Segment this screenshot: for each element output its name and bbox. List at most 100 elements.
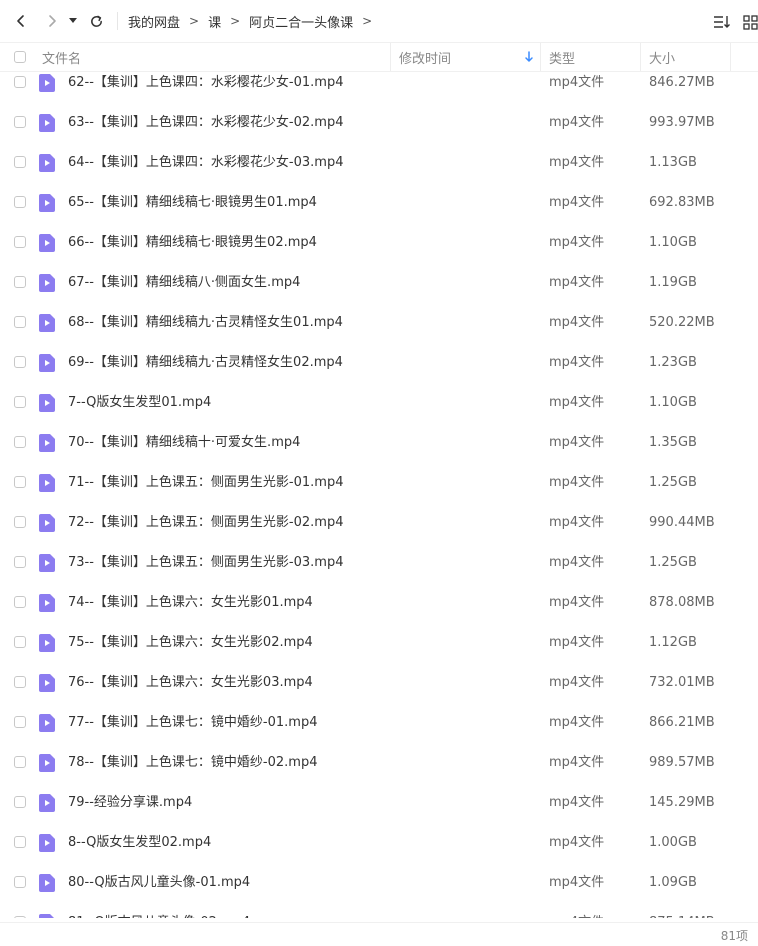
file-row[interactable]: 62--【集训】上色课四：水彩樱花少女-01.mp4 mp4文件 846.27MB [0, 63, 758, 103]
file-row[interactable]: 67--【集训】精细线稿八·侧面女生.mp4 mp4文件 1.19GB [0, 263, 758, 303]
file-name[interactable]: 78--【集训】上色课七：镜中婚纱-02.mp4 [68, 743, 317, 783]
file-row[interactable]: 70--【集训】精细线稿十·可爱女生.mp4 mp4文件 1.35GB [0, 423, 758, 463]
row-checkbox[interactable] [14, 756, 26, 768]
file-row[interactable]: 81--Q版古风儿童头像-02.mp4 mp4文件 875.14MB [0, 903, 758, 918]
file-name[interactable]: 79--经验分享课.mp4 [68, 783, 192, 823]
row-checkbox[interactable] [14, 476, 26, 488]
file-type: mp4文件 [549, 475, 605, 490]
top-bar: 我的网盘 > 课 > 阿贞二合一头像课 > [0, 0, 758, 42]
row-checkbox[interactable] [14, 516, 26, 528]
file-name[interactable]: 75--【集训】上色课六：女生光影02.mp4 [68, 623, 313, 663]
file-row[interactable]: 76--【集训】上色课六：女生光影03.mp4 mp4文件 732.01MB [0, 663, 758, 703]
file-name[interactable]: 65--【集训】精细线稿七·眼镜男生01.mp4 [68, 183, 317, 223]
select-all-checkbox[interactable] [14, 51, 26, 63]
row-checkbox[interactable] [14, 836, 26, 848]
file-row[interactable]: 78--【集训】上色课七：镜中婚纱-02.mp4 mp4文件 989.57MB [0, 743, 758, 783]
refresh-button[interactable] [85, 10, 107, 32]
breadcrumb-item-current[interactable]: 阿贞二合一头像课 [249, 12, 353, 31]
file-size: 520.22MB [649, 315, 715, 330]
breadcrumb-item-root[interactable]: 我的网盘 [128, 12, 180, 31]
file-row[interactable]: 80--Q版古风儿童头像-01.mp4 mp4文件 1.09GB [0, 863, 758, 903]
file-row[interactable]: 75--【集训】上色课六：女生光影02.mp4 mp4文件 1.12GB [0, 623, 758, 663]
breadcrumb-item-course[interactable]: 课 [208, 12, 221, 31]
file-name[interactable]: 67--【集训】精细线稿八·侧面女生.mp4 [68, 263, 300, 303]
row-checkbox[interactable] [14, 276, 26, 288]
file-type: mp4文件 [549, 235, 605, 250]
grid-view-button[interactable] [739, 11, 758, 33]
file-name[interactable]: 7--Q版女生发型01.mp4 [68, 383, 211, 423]
file-type: mp4文件 [549, 75, 605, 90]
back-button[interactable] [10, 10, 32, 32]
row-checkbox[interactable] [14, 796, 26, 808]
row-checkbox[interactable] [14, 76, 26, 88]
row-checkbox[interactable] [14, 916, 26, 918]
file-row[interactable]: 71--【集训】上色课五：侧面男生光影-01.mp4 mp4文件 1.25GB [0, 463, 758, 503]
file-name[interactable]: 72--【集训】上色课五：侧面男生光影-02.mp4 [68, 503, 343, 543]
file-row[interactable]: 63--【集训】上色课四：水彩樱花少女-02.mp4 mp4文件 993.97MB [0, 103, 758, 143]
file-name[interactable]: 74--【集训】上色课六：女生光影01.mp4 [68, 583, 313, 623]
file-type: mp4文件 [549, 275, 605, 290]
row-checkbox[interactable] [14, 676, 26, 688]
file-size: 990.44MB [649, 515, 715, 530]
file-name[interactable]: 80--Q版古风儿童头像-01.mp4 [68, 863, 250, 903]
row-checkbox[interactable] [14, 636, 26, 648]
row-checkbox[interactable] [14, 356, 26, 368]
row-checkbox[interactable] [14, 556, 26, 568]
file-row[interactable]: 7--Q版女生发型01.mp4 mp4文件 1.10GB [0, 383, 758, 423]
row-checkbox[interactable] [14, 436, 26, 448]
video-file-icon [39, 194, 55, 212]
file-row[interactable]: 8--Q版女生发型02.mp4 mp4文件 1.00GB [0, 823, 758, 863]
breadcrumb-separator: > [189, 14, 200, 28]
file-type: mp4文件 [549, 555, 605, 570]
video-file-icon [39, 314, 55, 332]
file-name[interactable]: 71--【集训】上色课五：侧面男生光影-01.mp4 [68, 463, 343, 503]
file-name[interactable]: 64--【集训】上色课四：水彩樱花少女-03.mp4 [68, 143, 343, 183]
file-row[interactable]: 66--【集训】精细线稿七·眼镜男生02.mp4 mp4文件 1.10GB [0, 223, 758, 263]
file-size: 1.35GB [649, 435, 697, 450]
file-row[interactable]: 65--【集训】精细线稿七·眼镜男生01.mp4 mp4文件 692.83MB [0, 183, 758, 223]
file-row[interactable]: 79--经验分享课.mp4 mp4文件 145.29MB [0, 783, 758, 823]
arrow-down-icon [525, 51, 533, 62]
file-size: 1.25GB [649, 555, 697, 570]
history-dropdown-button[interactable] [65, 10, 81, 32]
file-size: 846.27MB [649, 75, 715, 90]
file-row[interactable]: 68--【集训】精细线稿九·古灵精怪女生01.mp4 mp4文件 520.22MB [0, 303, 758, 343]
file-name[interactable]: 68--【集训】精细线稿九·古灵精怪女生01.mp4 [68, 303, 343, 343]
row-checkbox[interactable] [14, 116, 26, 128]
row-checkbox[interactable] [14, 396, 26, 408]
file-name[interactable]: 77--【集训】上色课七：镜中婚纱-01.mp4 [68, 703, 317, 743]
file-name[interactable]: 62--【集训】上色课四：水彩樱花少女-01.mp4 [68, 63, 343, 103]
row-checkbox[interactable] [14, 196, 26, 208]
file-name[interactable]: 81--Q版古风儿童头像-02.mp4 [68, 903, 250, 918]
file-row[interactable]: 73--【集训】上色课五：侧面男生光影-03.mp4 mp4文件 1.25GB [0, 543, 758, 583]
file-name[interactable]: 8--Q版女生发型02.mp4 [68, 823, 211, 863]
file-row[interactable]: 74--【集训】上色课六：女生光影01.mp4 mp4文件 878.08MB [0, 583, 758, 623]
file-row[interactable]: 77--【集训】上色课七：镜中婚纱-01.mp4 mp4文件 866.21MB [0, 703, 758, 743]
file-name[interactable]: 70--【集训】精细线稿十·可爱女生.mp4 [68, 423, 300, 463]
video-file-icon [39, 354, 55, 372]
file-row[interactable]: 72--【集训】上色课五：侧面男生光影-02.mp4 mp4文件 990.44MB [0, 503, 758, 543]
file-name[interactable]: 76--【集训】上色课六：女生光影03.mp4 [68, 663, 313, 703]
file-type: mp4文件 [549, 515, 605, 530]
grid-view-icon [742, 14, 758, 30]
file-row[interactable]: 69--【集训】精细线稿九·古灵精怪女生02.mp4 mp4文件 1.23GB [0, 343, 758, 383]
row-checkbox[interactable] [14, 876, 26, 888]
refresh-icon [90, 15, 102, 27]
row-checkbox[interactable] [14, 236, 26, 248]
row-checkbox[interactable] [14, 156, 26, 168]
file-row[interactable]: 64--【集训】上色课四：水彩樱花少女-03.mp4 mp4文件 1.13GB [0, 143, 758, 183]
video-file-icon [39, 114, 55, 132]
file-size: 875.14MB [649, 903, 715, 918]
chevron-left-icon [17, 15, 24, 27]
file-name[interactable]: 69--【集训】精细线稿九·古灵精怪女生02.mp4 [68, 343, 343, 383]
file-name[interactable]: 73--【集训】上色课五：侧面男生光影-03.mp4 [68, 543, 343, 583]
row-checkbox[interactable] [14, 596, 26, 608]
row-checkbox[interactable] [14, 716, 26, 728]
file-name[interactable]: 63--【集训】上色课四：水彩樱花少女-02.mp4 [68, 103, 343, 143]
video-file-icon [39, 434, 55, 452]
row-checkbox[interactable] [14, 316, 26, 328]
breadcrumb-separator: > [362, 14, 373, 28]
forward-button[interactable] [41, 10, 63, 32]
sort-button[interactable] [711, 11, 733, 33]
file-name[interactable]: 66--【集训】精细线稿七·眼镜男生02.mp4 [68, 223, 317, 263]
